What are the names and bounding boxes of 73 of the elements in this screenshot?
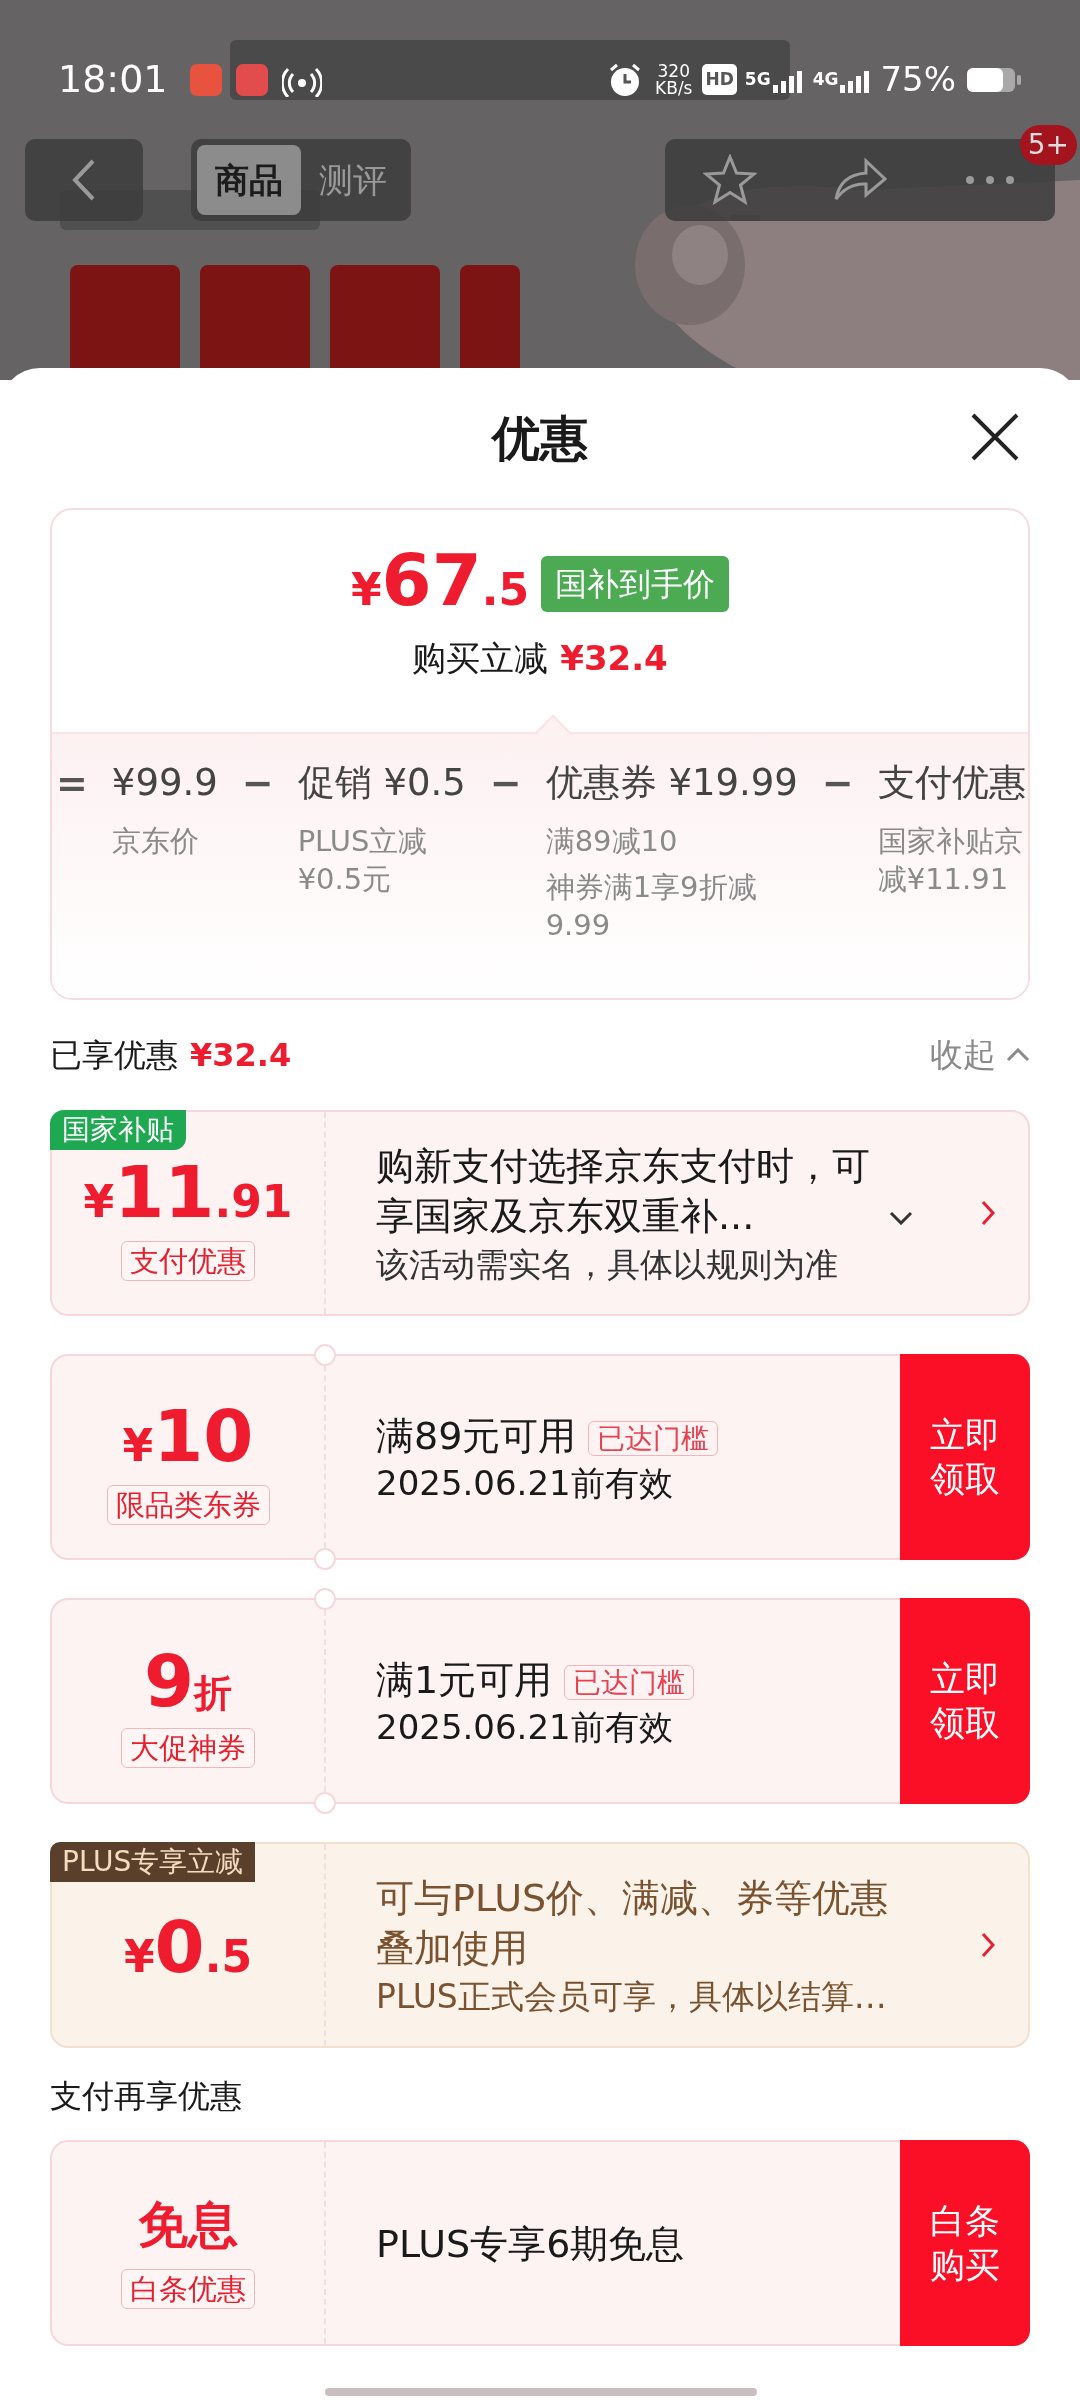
network-type: 4G (812, 71, 839, 88)
breakdown-value: 促销 ¥0.5 (297, 760, 466, 806)
threshold-badge: 已达门槛 (564, 1664, 695, 1700)
breakdown-note: 京东价 (111, 823, 200, 860)
battery-icon (966, 65, 1022, 94)
amount-decimal: .91 (214, 1174, 293, 1229)
coupon-type-label: 白条优惠 (121, 2268, 255, 2309)
amount-integer: 11 (114, 1155, 215, 1228)
coupon-title: 满1元可用 (376, 1658, 553, 1702)
amount-integer: 0 (154, 1910, 205, 1983)
coupon-title: 可与PLUS价、满减、券等优惠叠加使用 (376, 1876, 889, 1970)
section-title: 支付再享优惠 (50, 2076, 242, 2117)
coupon-note: 该活动需实名，具体以规则为准 (376, 1244, 839, 1286)
claim-button[interactable]: 白条购买 (900, 2140, 1030, 2346)
coupon-type-label: 支付优惠 (121, 1240, 255, 1281)
breakdown-note: 满89减10 (545, 823, 679, 860)
count-badge: 5+ (1019, 125, 1077, 165)
saving-label: 购买立减 (412, 637, 549, 680)
breakdown-note: 神券满1享9折减9.99 (545, 869, 758, 944)
breakdown-note: 国家补贴京减¥11.91 (877, 823, 1024, 898)
breakdown-value: ¥99.9 (111, 760, 218, 806)
sheet-title: 优惠 (492, 409, 588, 468)
tab[interactable]: 测评 (301, 145, 405, 215)
amount-integer: 67 (381, 544, 482, 616)
operator-sign: − (820, 760, 855, 806)
coupon-title: 购新支付选择京东支付时，可享国家及京东双重补... (376, 1144, 870, 1238)
breakdown-note: PLUS立减¥0.5元 (297, 823, 429, 898)
battery-percent: 75% (880, 58, 956, 101)
network-type: 5G (744, 71, 771, 88)
currency-sign: ¥ (350, 563, 382, 617)
validity-date: 2025.06.21前有效 (376, 1706, 674, 1749)
status-time: 18:01 (58, 56, 168, 103)
more-icon (965, 175, 1015, 185)
star-icon (703, 154, 757, 206)
operator-sign: − (488, 760, 523, 806)
currency-sign: ¥ (122, 1418, 154, 1473)
chevron-right-icon (981, 1200, 995, 1226)
coupon-note: PLUS正式会员可享，具体以结算… (376, 1976, 888, 2018)
speed-unit: KB/s (655, 79, 693, 97)
coupon-tag: 国家补贴 (50, 1110, 186, 1150)
close-icon (970, 412, 1020, 462)
price-tag: 国补到手价 (541, 555, 730, 612)
coupon-title: 满89元可用 (376, 1414, 577, 1458)
operator-sign: = (55, 760, 89, 806)
coupon-title: PLUS专享6期免息 (376, 2222, 685, 2266)
network-speed: 320 (657, 62, 690, 80)
currency-sign: ¥ (123, 1929, 155, 1984)
saving-amount: ¥32.4 (560, 637, 668, 680)
chevron-up-icon (1006, 1048, 1030, 1062)
coupon-type-label: 限品类东券 (106, 1484, 270, 1525)
collapse-button[interactable]: 收起 (930, 1030, 1030, 1080)
chevron-right-icon (981, 1932, 995, 1958)
operator-sign: − (240, 760, 275, 806)
validity-date: 2025.06.21前有效 (376, 1462, 674, 1505)
amount-integer: 10 (153, 1399, 254, 1472)
amount-text: 免息 (138, 2194, 238, 2256)
share-arrow-icon (832, 157, 888, 203)
tab[interactable]: 商品 (197, 145, 301, 215)
threshold-badge: 已达门槛 (588, 1420, 719, 1456)
section-title: 已享优惠 (50, 1035, 178, 1076)
coupon-type-label: 大促神券 (121, 1727, 255, 1768)
amount-decimal: .5 (481, 563, 530, 617)
claim-button[interactable]: 立即领取 (900, 1598, 1030, 1804)
hd-badge: HD (702, 63, 737, 96)
currency-sign: ¥ (83, 1174, 115, 1229)
breakdown-value: 支付优惠 (877, 760, 1026, 806)
amount-decimal: .5 (204, 1929, 253, 1984)
amount-unit: 折 (194, 1669, 233, 1717)
coupon-tag: PLUS专享立减 (50, 1842, 256, 1882)
claim-button[interactable]: 立即领取 (900, 1354, 1030, 1560)
section-amount: ¥32.4 (190, 1035, 292, 1076)
back-button[interactable] (25, 139, 143, 221)
breakdown-value: 优惠券 ¥19.99 (545, 760, 798, 806)
